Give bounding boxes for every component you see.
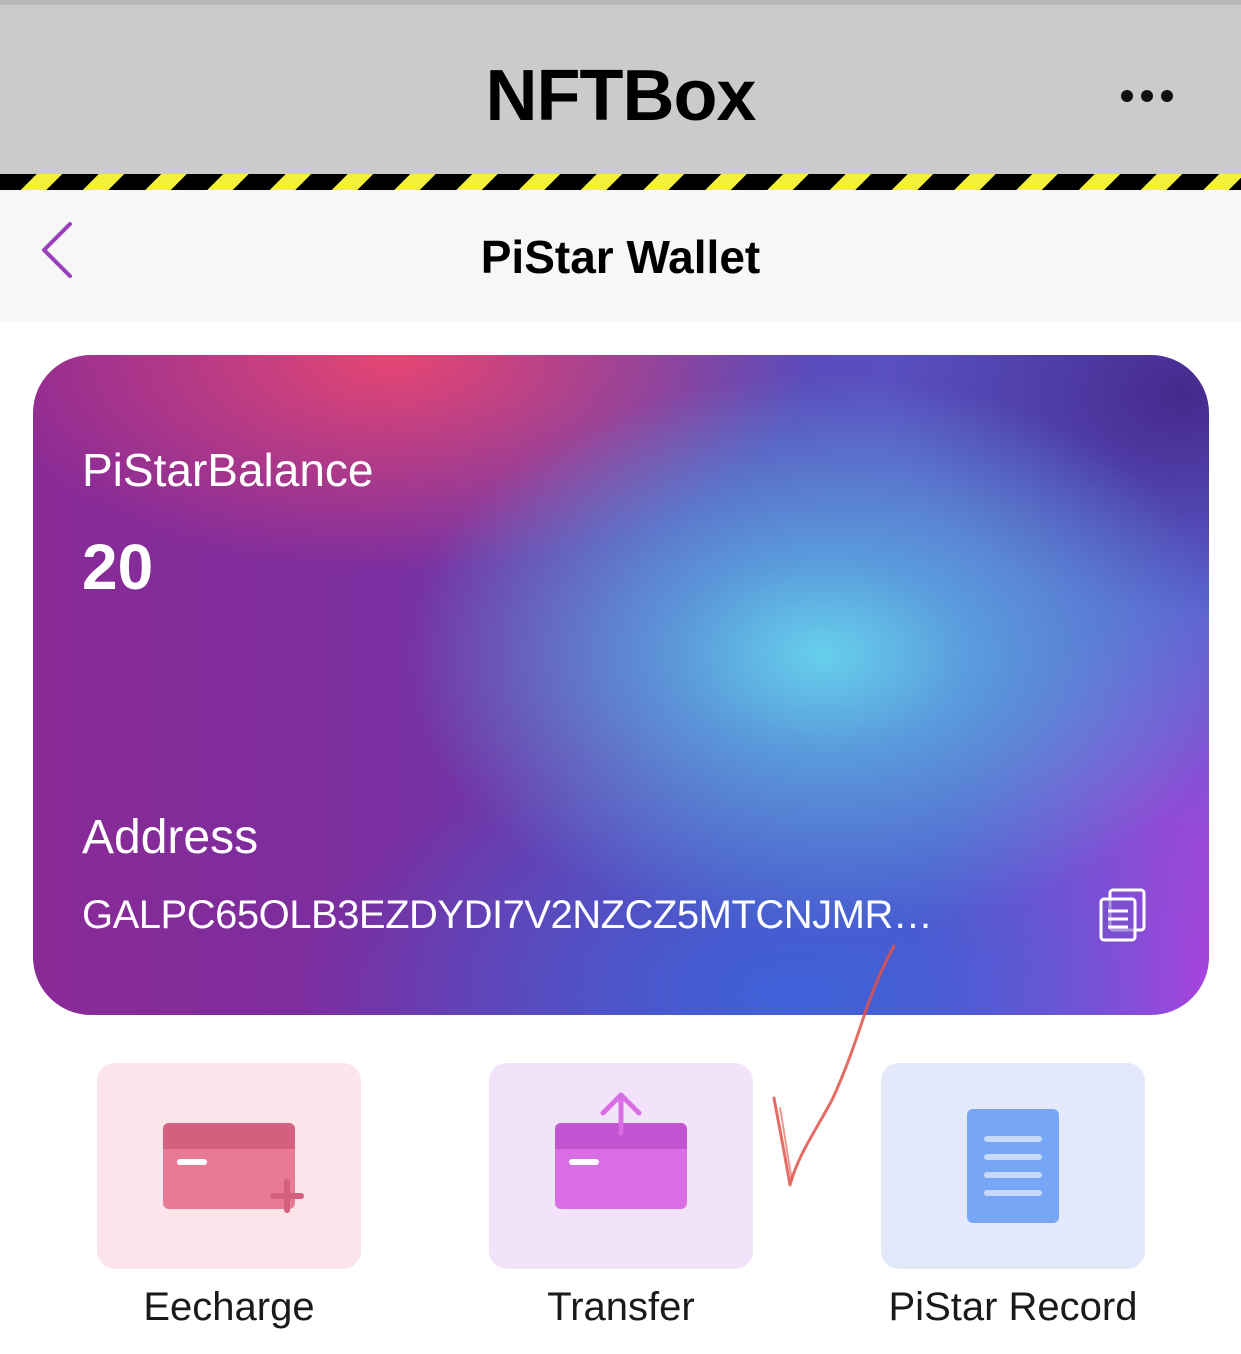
app-title: NFTBox [485,56,757,136]
transfer-label: Transfer [547,1285,695,1329]
card-upload-icon [555,1092,687,1209]
wallet-card: PiStarBalance 20 Address GALPC65OLB3EZDY… [33,355,1209,1015]
balance-value: 20 [82,531,154,603]
recharge-label: Eecharge [143,1285,315,1329]
app-bar: NFTBox [0,0,1241,174]
recharge-button[interactable]: Eecharge [97,1063,361,1330]
address-value: GALPC65OLB3EZDYDI7V2NZCZ5MTCNJMR… [82,893,933,937]
document-icon [967,1109,1059,1223]
copy-icon [1099,888,1146,942]
pistar-record-tile[interactable] [881,1063,1145,1269]
nav-bar: PiStar Wallet [0,190,1241,322]
transfer-button[interactable]: Transfer [489,1063,753,1330]
pistar-record-button[interactable]: PiStar Record [881,1063,1145,1330]
recharge-tile[interactable] [97,1063,361,1269]
transfer-tile[interactable] [489,1063,753,1269]
hazard-stripe-divider [0,174,1241,190]
ellipsis-icon[interactable] [1121,89,1173,103]
card-plus-icon [163,1123,304,1213]
balance-label: PiStarBalance [82,444,374,496]
page-title: PiStar Wallet [480,231,761,283]
pistar-record-label: PiStar Record [888,1285,1138,1329]
address-label: Address [82,811,259,864]
copy-address-button[interactable] [1097,887,1149,943]
